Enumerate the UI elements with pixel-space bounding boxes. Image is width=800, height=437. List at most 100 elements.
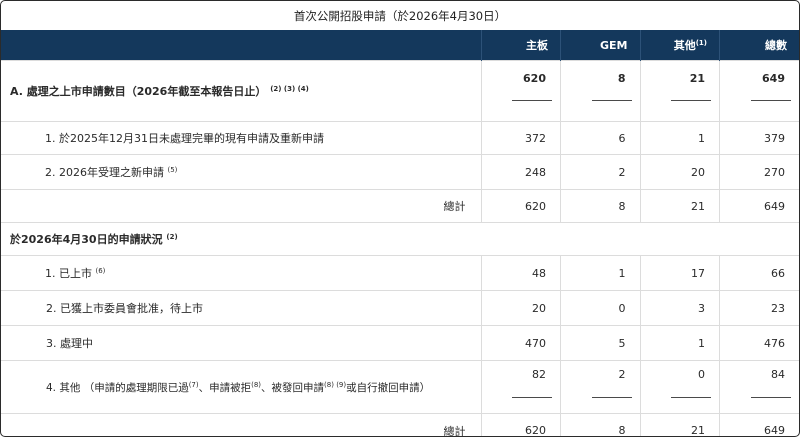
cell-other: 20	[639, 154, 720, 190]
header-main-board: 主板	[480, 30, 561, 61]
section-b-note: (2)	[166, 233, 178, 241]
cell-total: 66	[719, 255, 799, 291]
row-label: 2. 2026年受理之新申請	[45, 166, 164, 179]
note-7: (7)	[188, 380, 199, 389]
cell-gem: 0	[560, 290, 640, 326]
total-label: 總計	[1, 413, 481, 436]
cell-gem: 2	[560, 154, 640, 190]
row-label: 2. 已獲上市委員會批准，待上市	[1, 290, 481, 326]
cell-main-board: 20	[480, 290, 561, 326]
cell-main-board: 48	[480, 255, 561, 291]
total-other: 21	[639, 413, 720, 436]
total-main-board: 620	[480, 189, 561, 223]
table-row: 1. 已上市 (6) 48 1 17 66	[1, 255, 799, 291]
row-label-part2: 、申請被拒	[198, 381, 252, 394]
section-a-value: 649	[762, 71, 785, 85]
total-total: 649	[719, 189, 799, 223]
section-b-label: 於2026年4月30日的申請狀況	[10, 233, 163, 246]
section-a-value: 8	[617, 71, 626, 85]
section-a-value: 620	[523, 71, 546, 85]
empty-cell	[560, 222, 640, 256]
table-caption: 首次公開招股申請（於2026年4月30日）	[293, 9, 507, 23]
section-b-row: 於2026年4月30日的申請狀況 (2)	[1, 222, 799, 256]
section-b-total-row: 總計 620 8 21 649	[1, 413, 799, 436]
cell-other: 3	[639, 290, 720, 326]
underline	[751, 397, 791, 398]
cell-main-board: 82	[480, 360, 561, 414]
row-label-cell: 1. 已上市 (6)	[1, 255, 481, 291]
total-label: 總計	[1, 189, 481, 223]
row-note: (5)	[167, 166, 178, 174]
cell-gem: 1	[560, 255, 640, 291]
row-label-cell: 2. 2026年受理之新申請 (5)	[1, 154, 481, 190]
cell-total: 379	[719, 121, 799, 155]
cell-gem: 5	[560, 325, 640, 361]
cell-main-board: 372	[480, 121, 561, 155]
section-a-other: 21	[639, 60, 720, 122]
header-blank	[1, 30, 481, 61]
header-gem: GEM	[560, 30, 640, 61]
cell-other: 1	[639, 325, 720, 361]
underline	[751, 100, 791, 101]
cell-other: 0	[639, 360, 720, 414]
total-total: 649	[719, 413, 799, 436]
empty-cell	[640, 222, 720, 256]
underline	[671, 397, 711, 398]
header-other: 其他(1)	[639, 30, 720, 61]
table-row: 1. 於2025年12月31日未處理完畢的現有申請及重新申請 372 6 1 3…	[1, 121, 799, 155]
cell-value: 82	[532, 367, 546, 381]
row-label-cell: 4. 其他 （申請的處理期限已過(7)、申請被拒(8)、被發回申請(8) (9)…	[1, 360, 481, 414]
cell-gem: 2	[560, 360, 640, 414]
section-a-value: 21	[689, 71, 705, 85]
total-main-board: 620	[480, 413, 561, 436]
header-total: 總數	[719, 30, 799, 61]
section-a-gem: 8	[560, 60, 640, 122]
cell-main-board: 470	[480, 325, 561, 361]
underline	[512, 397, 552, 398]
section-a-row: A. 處理之上市申請數目（2026年截至本報告日止） (2) (3) (4) 6…	[1, 60, 799, 122]
cell-total: 270	[719, 154, 799, 190]
cell-other: 1	[639, 121, 720, 155]
table-row-other: 4. 其他 （申請的處理期限已過(7)、申請被拒(8)、被發回申請(8) (9)…	[1, 360, 799, 414]
cell-total: 84	[719, 360, 799, 414]
row-note: (6)	[95, 267, 106, 275]
empty-cell	[481, 222, 561, 256]
cell-other: 17	[639, 255, 720, 291]
table-row: 2. 已獲上市委員會批准，待上市 20 0 3 23	[1, 290, 799, 326]
section-a-total: 649	[719, 60, 799, 122]
section-a-notes: (2) (3) (4)	[270, 85, 309, 93]
section-a-label-cell: A. 處理之上市申請數目（2026年截至本報告日止） (2) (3) (4)	[1, 60, 481, 122]
section-a-label: A. 處理之上市申請數目（2026年截至本報告日止）	[10, 85, 267, 98]
row-label: 3. 處理中	[1, 325, 481, 361]
underline	[591, 100, 632, 101]
header-other-note: (1)	[695, 39, 707, 47]
section-a-total-row: 總計 620 8 21 649	[1, 189, 799, 223]
total-gem: 8	[560, 189, 640, 223]
table-row: 2. 2026年受理之新申請 (5) 248 2 20 270	[1, 154, 799, 190]
underline	[591, 397, 632, 398]
cell-main-board: 248	[480, 154, 561, 190]
row-label: 1. 已上市	[45, 267, 92, 280]
table-row: 3. 處理中 470 5 1 476	[1, 325, 799, 361]
row-label-prefix: 4. 其他 （申請的處理期限已過	[46, 381, 189, 394]
table-header-row: 主板 GEM 其他(1) 總數	[1, 30, 799, 61]
underline	[671, 100, 711, 101]
cell-gem: 6	[560, 121, 640, 155]
ipo-applications-panel: 首次公開招股申請（於2026年4月30日） 主板 GEM 其他(1) 總數 A.…	[0, 0, 800, 437]
note-8: (8)	[251, 380, 262, 389]
row-label-part3: 、被發回申請	[261, 381, 325, 394]
total-gem: 8	[560, 413, 640, 436]
cell-value: 84	[771, 367, 785, 381]
section-a-main-board: 620	[480, 60, 561, 122]
cell-value: 0	[698, 367, 705, 381]
section-b-label-cell: 於2026年4月30日的申請狀況 (2)	[1, 222, 481, 256]
row-label-part4: 或自行撤回申請）	[346, 381, 431, 394]
cell-total: 23	[719, 290, 799, 326]
empty-cell	[719, 222, 799, 256]
total-other: 21	[639, 189, 720, 223]
ipo-applications-table: 主板 GEM 其他(1) 總數 A. 處理之上市申請數目（2026年截至本報告日…	[1, 30, 799, 436]
header-other-label: 其他	[673, 39, 696, 52]
underline	[512, 100, 552, 101]
cell-value: 2	[618, 367, 626, 381]
note-8-9: (8) (9)	[324, 380, 347, 389]
